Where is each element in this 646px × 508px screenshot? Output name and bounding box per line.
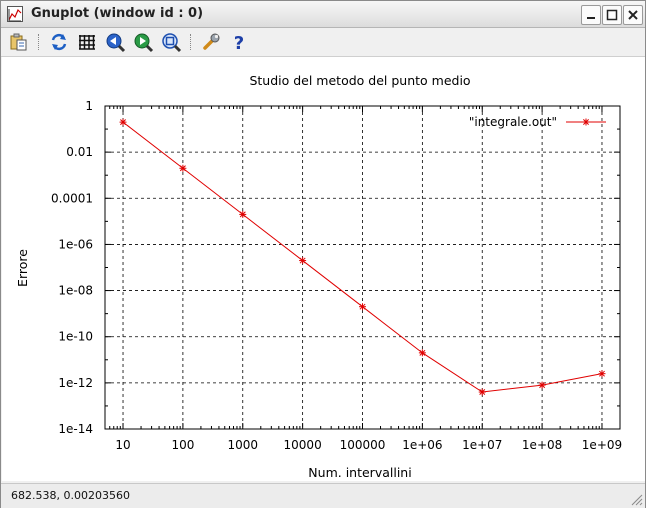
data-point-marker	[598, 370, 606, 378]
options-button[interactable]	[200, 31, 222, 53]
help-button[interactable]: ?	[228, 31, 250, 53]
resize-grip-icon[interactable]	[629, 492, 643, 506]
window-title: Gnuplot (window id : 0)	[31, 6, 204, 21]
y-tick-label: 1	[85, 99, 93, 113]
zoom-next-button[interactable]	[132, 31, 154, 53]
data-point-marker	[538, 381, 546, 389]
close-button[interactable]	[623, 5, 643, 25]
minimize-button[interactable]	[581, 5, 601, 25]
y-tick-label: 1e-14	[58, 422, 93, 436]
gnuplot-window: Gnuplot (window id : 0) ? Studio del met…	[0, 0, 646, 508]
y-tick-label: 0.01	[66, 145, 93, 159]
cursor-coordinates: 682.538, 0.00203560	[11, 489, 130, 502]
replot-button[interactable]	[48, 31, 70, 53]
data-point-marker	[418, 349, 426, 357]
x-tick-label: 100	[171, 438, 194, 452]
x-tick-label: 1e+07	[462, 438, 502, 452]
x-tick-label: 10000	[284, 438, 322, 452]
line-chart: Studio del metodo del punto medio Num. i…	[15, 73, 622, 480]
chart-title: Studio del metodo del punto medio	[249, 73, 470, 88]
gnuplot-app-icon	[7, 6, 23, 22]
maximize-button[interactable]	[602, 5, 622, 25]
minimize-icon	[587, 17, 595, 19]
data-point-marker	[179, 164, 187, 172]
zoom-previous-button[interactable]	[104, 31, 126, 53]
maximize-icon	[606, 9, 618, 21]
toolbar-separator	[190, 34, 192, 50]
plot-area[interactable]: Studio del metodo del punto medio Num. i…	[2, 57, 645, 481]
y-tick-label: 0.0001	[51, 191, 93, 205]
toolbar-separator	[38, 34, 40, 50]
options-wrench-icon	[203, 33, 220, 50]
title-bar[interactable]: Gnuplot (window id : 0)	[1, 1, 645, 28]
data-point-marker	[119, 118, 127, 126]
svg-text:?: ?	[234, 33, 244, 53]
y-tick-label: 1e-08	[58, 284, 93, 298]
status-bar: 682.538, 0.00203560	[1, 483, 645, 508]
x-tick-label: 1e+06	[402, 438, 442, 452]
help-icon: ?	[234, 33, 244, 53]
data-point-marker	[239, 210, 247, 218]
x-tick-label: 1e+09	[582, 438, 622, 452]
data-point-marker	[299, 257, 307, 265]
legend-label: "integrale.out"	[469, 115, 557, 129]
zoom-previous-icon	[106, 33, 126, 53]
zoom-next-icon	[134, 33, 154, 53]
autoscale-icon	[162, 33, 182, 53]
copy-to-clipboard-button[interactable]	[8, 31, 30, 53]
toggle-grid-button[interactable]	[76, 31, 98, 53]
x-tick-label: 1000	[227, 438, 258, 452]
replot-icon	[51, 33, 67, 51]
grid-icon	[79, 35, 95, 50]
x-tick-label: 10	[115, 438, 130, 452]
y-axis-label: Errore	[15, 249, 30, 287]
data-point-marker	[359, 303, 366, 311]
copy-to-clipboard-icon	[10, 33, 27, 51]
y-tick-label: 1e-06	[58, 237, 93, 251]
close-icon	[628, 10, 638, 20]
data-point-marker	[478, 388, 486, 396]
toolbar: ?	[1, 28, 645, 57]
autoscale-button[interactable]	[160, 31, 182, 53]
y-tick-label: 1e-12	[58, 376, 93, 390]
y-tick-label: 1e-10	[58, 330, 93, 344]
x-tick-label: 1e+08	[522, 438, 562, 452]
legend-marker	[582, 118, 590, 126]
x-axis-label: Num. intervallini	[308, 465, 411, 480]
x-tick-label: 100000	[340, 438, 386, 452]
